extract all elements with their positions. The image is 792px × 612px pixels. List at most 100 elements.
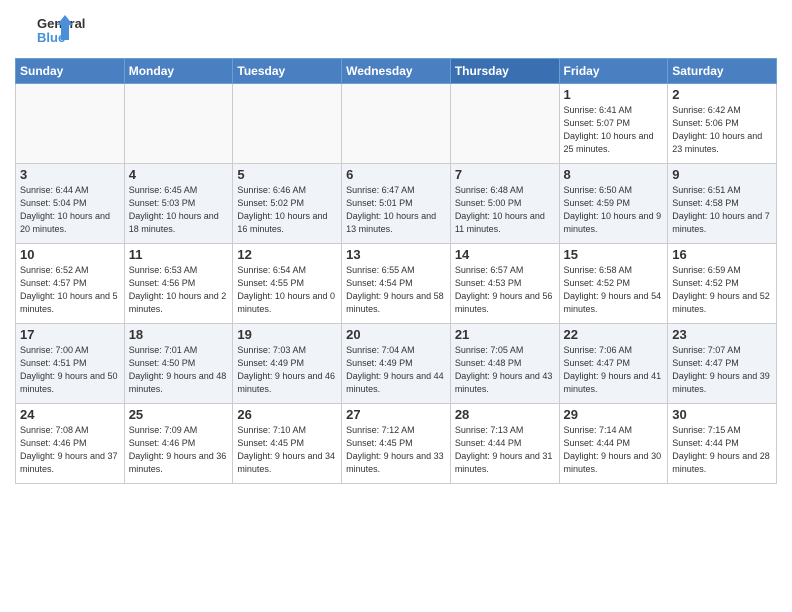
header: General Blue [15, 10, 777, 50]
day-cell: 4 Sunrise: 6:45 AM Sunset: 5:03 PM Daylig… [124, 164, 233, 244]
day-number: 26 [237, 407, 337, 422]
day-number: 2 [672, 87, 772, 102]
day-info: Sunrise: 6:52 AM Sunset: 4:57 PM Dayligh… [20, 264, 120, 316]
day-cell: 23 Sunrise: 7:07 AM Sunset: 4:47 PM Dayli… [668, 324, 777, 404]
day-info: Sunrise: 6:53 AM Sunset: 4:56 PM Dayligh… [129, 264, 229, 316]
day-cell: 13Sunrise: 6:55 AM Sunset: 4:54 PM Dayli… [342, 244, 451, 324]
calendar-table: SundayMondayTuesdayWednesdayThursdayFrid… [15, 58, 777, 484]
day-number: 21 [455, 327, 555, 342]
day-info: Sunrise: 6:46 AM Sunset: 5:02 PM Dayligh… [237, 184, 337, 236]
svg-text:Blue: Blue [37, 30, 65, 45]
day-number: 4 [129, 167, 229, 182]
logo: General Blue [15, 10, 99, 50]
day-cell: 20Sunrise: 7:04 AM Sunset: 4:49 PM Dayli… [342, 324, 451, 404]
day-info: Sunrise: 6:57 AM Sunset: 4:53 PM Dayligh… [455, 264, 555, 316]
day-cell: 16 Sunrise: 6:59 AM Sunset: 4:52 PM Dayli… [668, 244, 777, 324]
day-number: 5 [237, 167, 337, 182]
day-cell: 28 Sunrise: 7:13 AM Sunset: 4:44 PM Dayli… [450, 404, 559, 484]
day-cell [450, 84, 559, 164]
main-container: General Blue SundayMondayTuesdayWednesda… [0, 0, 792, 494]
day-number: 28 [455, 407, 555, 422]
day-cell: 30 Sunrise: 7:15 AM Sunset: 4:44 PM Dayli… [668, 404, 777, 484]
day-cell: 8Sunrise: 6:50 AM Sunset: 4:59 PM Daylig… [559, 164, 668, 244]
day-number: 11 [129, 247, 229, 262]
day-cell: 25 Sunrise: 7:09 AM Sunset: 4:46 PM Dayli… [124, 404, 233, 484]
day-number: 27 [346, 407, 446, 422]
week-row-2: 3Sunrise: 6:44 AM Sunset: 5:04 PM Daylig… [16, 164, 777, 244]
day-cell: 29 Sunrise: 7:14 AM Sunset: 4:44 PM Dayli… [559, 404, 668, 484]
day-number: 7 [455, 167, 555, 182]
day-info: Sunrise: 7:14 AM Sunset: 4:44 PM Dayligh… [564, 424, 664, 476]
day-info: Sunrise: 6:59 AM Sunset: 4:52 PM Dayligh… [672, 264, 772, 316]
day-info: Sunrise: 6:58 AM Sunset: 4:52 PM Dayligh… [564, 264, 664, 316]
day-info: Sunrise: 7:12 AM Sunset: 4:45 PM Dayligh… [346, 424, 446, 476]
day-number: 25 [129, 407, 229, 422]
day-info: Sunrise: 7:07 AM Sunset: 4:47 PM Dayligh… [672, 344, 772, 396]
day-info: Sunrise: 6:45 AM Sunset: 5:03 PM Dayligh… [129, 184, 229, 236]
day-number: 17 [20, 327, 120, 342]
day-cell: 9 Sunrise: 6:51 AM Sunset: 4:58 PM Daylig… [668, 164, 777, 244]
day-info: Sunrise: 7:15 AM Sunset: 4:44 PM Dayligh… [672, 424, 772, 476]
day-number: 18 [129, 327, 229, 342]
day-cell: 11 Sunrise: 6:53 AM Sunset: 4:56 PM Dayli… [124, 244, 233, 324]
day-number: 1 [564, 87, 664, 102]
day-info: Sunrise: 7:03 AM Sunset: 4:49 PM Dayligh… [237, 344, 337, 396]
day-cell [16, 84, 125, 164]
week-row-3: 10 Sunrise: 6:52 AM Sunset: 4:57 PM Dayli… [16, 244, 777, 324]
column-header-sunday: Sunday [16, 59, 125, 84]
day-info: Sunrise: 6:47 AM Sunset: 5:01 PM Dayligh… [346, 184, 446, 236]
day-info: Sunrise: 6:50 AM Sunset: 4:59 PM Dayligh… [564, 184, 664, 236]
day-info: Sunrise: 6:41 AM Sunset: 5:07 PM Dayligh… [564, 104, 664, 156]
day-cell: 26Sunrise: 7:10 AM Sunset: 4:45 PM Dayli… [233, 404, 342, 484]
day-info: Sunrise: 7:09 AM Sunset: 4:46 PM Dayligh… [129, 424, 229, 476]
day-number: 23 [672, 327, 772, 342]
day-info: Sunrise: 6:51 AM Sunset: 4:58 PM Dayligh… [672, 184, 772, 236]
day-info: Sunrise: 7:08 AM Sunset: 4:46 PM Dayligh… [20, 424, 120, 476]
day-cell [233, 84, 342, 164]
day-info: Sunrise: 6:42 AM Sunset: 5:06 PM Dayligh… [672, 104, 772, 156]
day-cell: 17 Sunrise: 7:00 AM Sunset: 4:51 PM Dayli… [16, 324, 125, 404]
day-number: 30 [672, 407, 772, 422]
column-header-saturday: Saturday [668, 59, 777, 84]
day-cell: 10 Sunrise: 6:52 AM Sunset: 4:57 PM Dayli… [16, 244, 125, 324]
column-header-wednesday: Wednesday [342, 59, 451, 84]
day-cell: 19 Sunrise: 7:03 AM Sunset: 4:49 PM Dayli… [233, 324, 342, 404]
day-cell: 21 Sunrise: 7:05 AM Sunset: 4:48 PM Dayli… [450, 324, 559, 404]
day-info: Sunrise: 6:55 AM Sunset: 4:54 PM Dayligh… [346, 264, 446, 316]
day-number: 14 [455, 247, 555, 262]
day-number: 19 [237, 327, 337, 342]
day-info: Sunrise: 7:05 AM Sunset: 4:48 PM Dayligh… [455, 344, 555, 396]
day-cell: 1 Sunrise: 6:41 AM Sunset: 5:07 PM Daylig… [559, 84, 668, 164]
day-info: Sunrise: 7:00 AM Sunset: 4:51 PM Dayligh… [20, 344, 120, 396]
day-number: 15 [564, 247, 664, 262]
day-info: Sunrise: 6:44 AM Sunset: 5:04 PM Dayligh… [20, 184, 120, 236]
week-row-1: 1 Sunrise: 6:41 AM Sunset: 5:07 PM Daylig… [16, 84, 777, 164]
column-header-friday: Friday [559, 59, 668, 84]
day-info: Sunrise: 7:06 AM Sunset: 4:47 PM Dayligh… [564, 344, 664, 396]
day-cell [124, 84, 233, 164]
day-cell: 5 Sunrise: 6:46 AM Sunset: 5:02 PM Daylig… [233, 164, 342, 244]
day-cell: 12Sunrise: 6:54 AM Sunset: 4:55 PM Dayli… [233, 244, 342, 324]
day-cell: 3Sunrise: 6:44 AM Sunset: 5:04 PM Daylig… [16, 164, 125, 244]
week-row-5: 24 Sunrise: 7:08 AM Sunset: 4:46 PM Dayli… [16, 404, 777, 484]
day-number: 10 [20, 247, 120, 262]
day-cell [342, 84, 451, 164]
day-info: Sunrise: 6:48 AM Sunset: 5:00 PM Dayligh… [455, 184, 555, 236]
day-cell: 27 Sunrise: 7:12 AM Sunset: 4:45 PM Dayli… [342, 404, 451, 484]
day-number: 9 [672, 167, 772, 182]
day-cell: 6 Sunrise: 6:47 AM Sunset: 5:01 PM Daylig… [342, 164, 451, 244]
day-number: 6 [346, 167, 446, 182]
header-row: SundayMondayTuesdayWednesdayThursdayFrid… [16, 59, 777, 84]
day-number: 24 [20, 407, 120, 422]
day-cell: 22Sunrise: 7:06 AM Sunset: 4:47 PM Dayli… [559, 324, 668, 404]
day-number: 29 [564, 407, 664, 422]
day-cell: 14 Sunrise: 6:57 AM Sunset: 4:53 PM Dayli… [450, 244, 559, 324]
column-header-thursday: Thursday [450, 59, 559, 84]
week-row-4: 17 Sunrise: 7:00 AM Sunset: 4:51 PM Dayli… [16, 324, 777, 404]
day-cell: 18 Sunrise: 7:01 AM Sunset: 4:50 PM Dayli… [124, 324, 233, 404]
day-number: 16 [672, 247, 772, 262]
day-number: 12 [237, 247, 337, 262]
day-cell: 2 Sunrise: 6:42 AM Sunset: 5:06 PM Daylig… [668, 84, 777, 164]
day-info: Sunrise: 7:13 AM Sunset: 4:44 PM Dayligh… [455, 424, 555, 476]
day-info: Sunrise: 7:01 AM Sunset: 4:50 PM Dayligh… [129, 344, 229, 396]
